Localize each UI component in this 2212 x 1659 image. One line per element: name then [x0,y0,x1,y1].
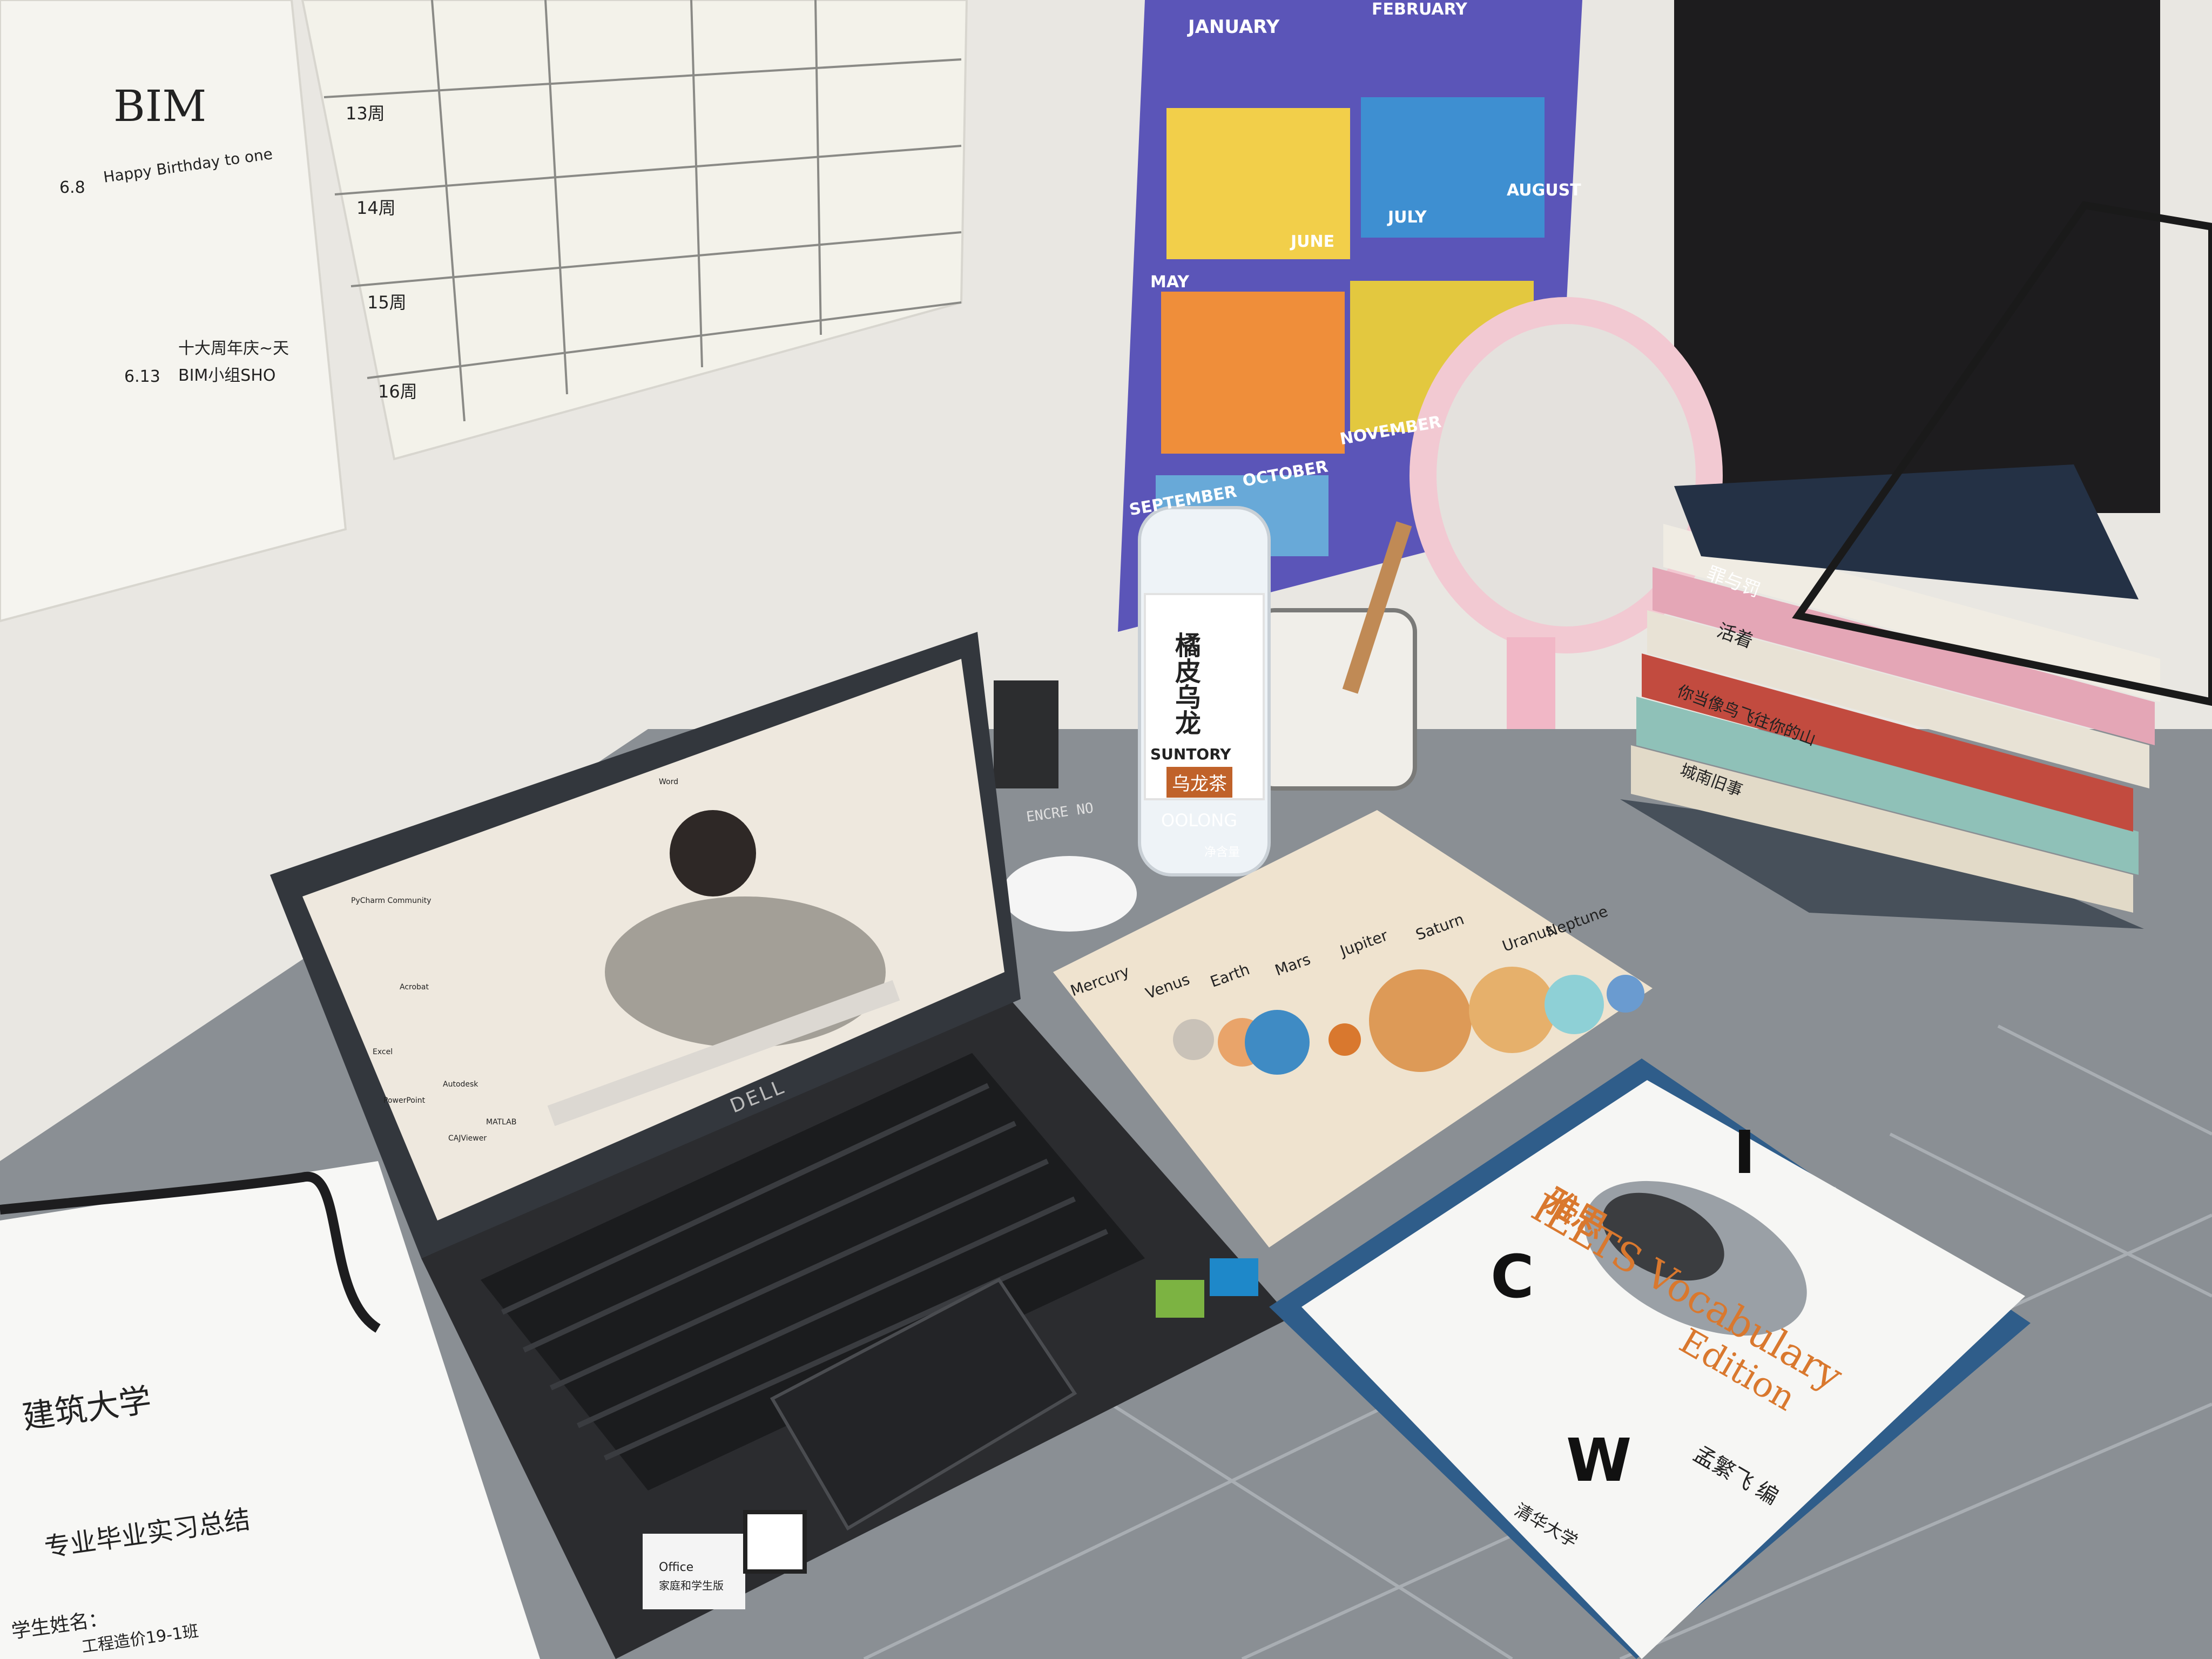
vocab-book-letter-i: I [1734,1118,1756,1187]
wall-note-date-2: 6.13 [124,367,160,386]
desktop-icon-excel: Excel [373,1048,393,1056]
earbuds-case [1002,856,1137,932]
schedule-row-16: 16周 [378,381,417,402]
dark-cloth [1674,0,2160,513]
bottle-name: 橘皮乌龙 [1170,632,1201,736]
vocab-book-letter-c: C [1491,1242,1534,1311]
desktop-icon-pycharm: PyCharm Community [351,896,431,905]
laptop-sticker-nvidia [1156,1280,1204,1318]
desk-scene [0,0,2212,1659]
wallpaper-person-head [670,810,756,896]
desktop-icon-powerpoint: PowerPoint [383,1096,426,1105]
laptop-sticker-office-text-1: Office [659,1561,694,1574]
desktop-icon-matlab: MATLAB [486,1118,517,1127]
calendar-month-august: AUGUST [1507,181,1581,200]
bottle-flavor: OOLONG [1161,810,1237,831]
laptop-sticker-intel [1210,1258,1258,1296]
desktop-icon-acrobat: Acrobat [400,983,429,992]
desktop-icon-autodesk: Autodesk [443,1080,478,1089]
wall-note-date-1: 6.8 [59,178,85,197]
calendar-month-july: JULY [1388,208,1427,227]
wall-note-anniversary: 十大周年庆~天 [178,339,289,358]
calendar-month-february: FEBRUARY [1372,0,1467,19]
calendar-month-june: JUNE [1291,232,1335,251]
laptop-sticker-qr [743,1510,807,1574]
vocab-book-letter-w: W [1566,1426,1632,1495]
bottle-brand: SUNTORY [1150,745,1231,763]
bottle-sub-label: 乌龙茶 [1166,767,1232,798]
wall-note-group: BIM小组SHO [178,366,276,385]
mirror-stand [1507,637,1555,729]
bottle-volume: 净含量 [1204,846,1240,859]
desktop-icon-word: Word [659,778,678,786]
schedule-row-13: 13周 [346,103,385,124]
calendar-month-january: JANUARY [1188,16,1280,38]
schedule-row-14: 14周 [356,198,396,218]
wallpaper-person-sweater [605,896,886,1048]
wall-note-bim: BIM [113,81,207,131]
schedule-row-15: 15周 [367,292,407,313]
black-box [994,680,1058,788]
calendar-month-may: MAY [1150,273,1189,292]
laptop-sticker-office-text-2: 家庭和学生版 [659,1579,724,1592]
pencil-cup [1251,608,1417,791]
laptop-sticker-office [643,1534,745,1609]
desktop-icon-cajviewer: CAJViewer [448,1134,487,1143]
